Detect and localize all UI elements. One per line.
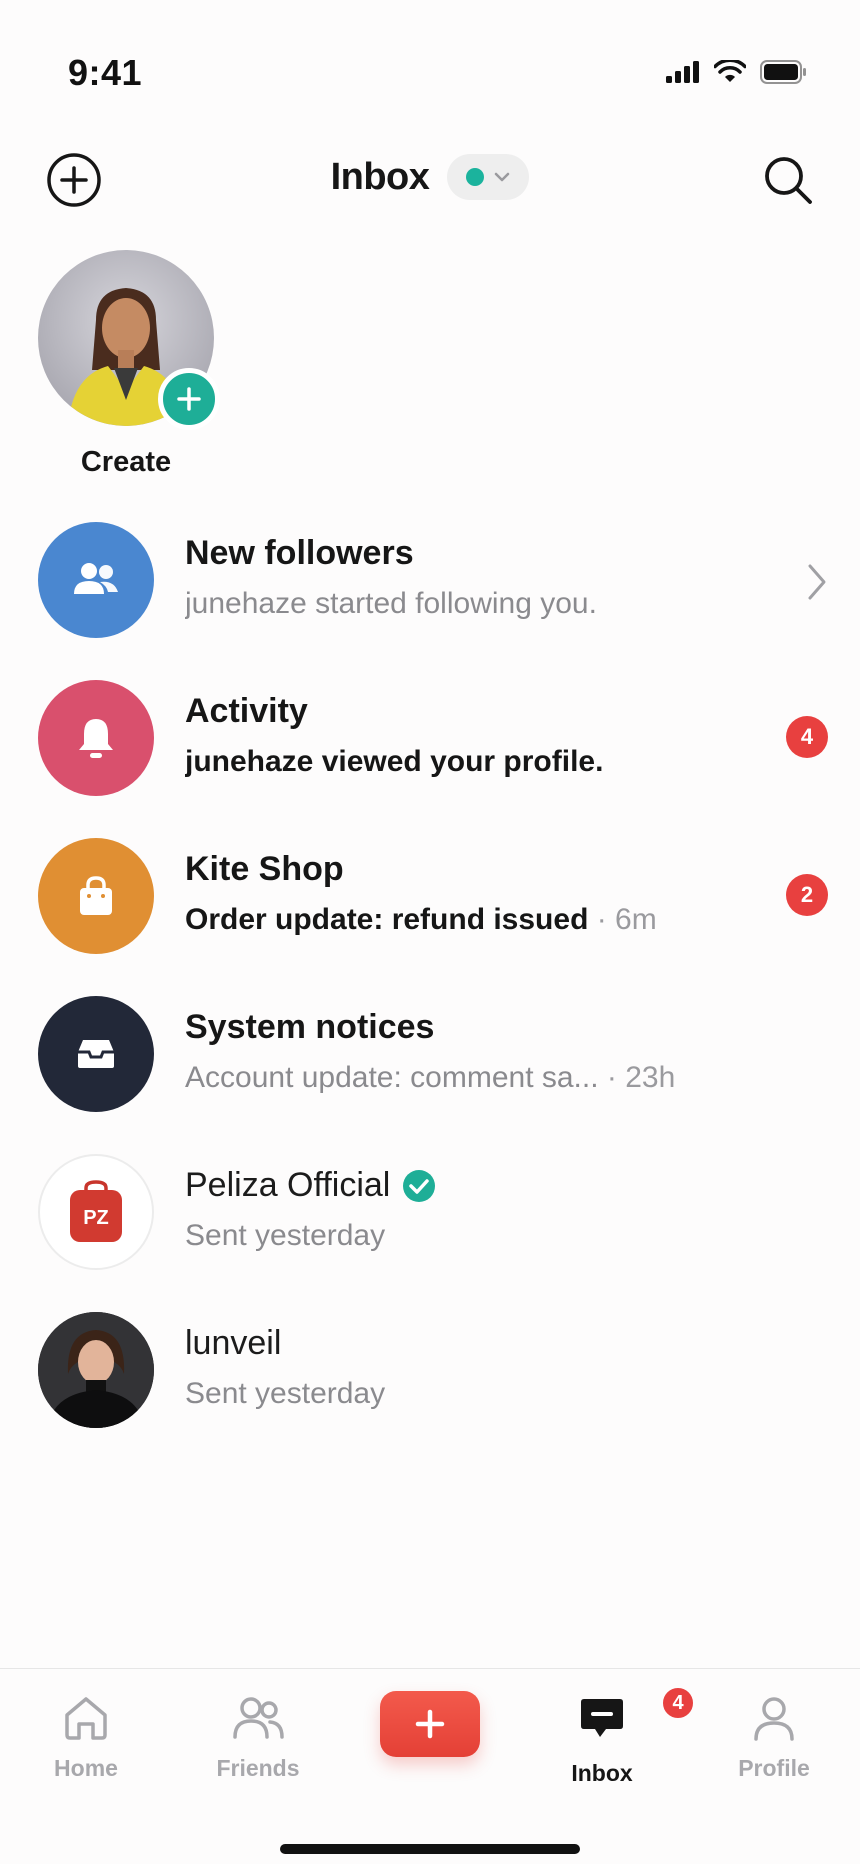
list-item-subtitle: Order update: refund issued · 6m bbox=[185, 903, 740, 937]
list-item-subtitle: junehaze viewed your profile. bbox=[185, 745, 604, 778]
list-item-system-notices[interactable]: System notices Account update: comment s… bbox=[0, 994, 860, 1152]
list-item-title: System notices bbox=[185, 1008, 435, 1046]
header: Inbox bbox=[0, 140, 860, 210]
status-time: 9:41 bbox=[68, 52, 143, 93]
list-item-message: Account update: comment sa... bbox=[185, 1061, 607, 1094]
inbox-tray-icon bbox=[78, 1040, 114, 1068]
wifi-icon bbox=[714, 60, 746, 82]
list-item-title: lunveil bbox=[185, 1324, 282, 1362]
create-post-button[interactable] bbox=[380, 1691, 480, 1757]
home-icon bbox=[65, 1697, 107, 1740]
lunveil-avatar bbox=[38, 1312, 154, 1428]
story-label: Create bbox=[80, 446, 172, 478]
list-item-text: New followers junehaze started following… bbox=[185, 534, 740, 621]
status-icons bbox=[666, 60, 808, 84]
search-button[interactable] bbox=[760, 152, 816, 208]
list-item-lunveil[interactable]: lunveil Sent yesterday bbox=[0, 1310, 860, 1468]
peliza-logo: PZ bbox=[70, 1180, 122, 1242]
avatar[interactable] bbox=[38, 250, 220, 430]
list-item-subtitle: junehaze started following you. bbox=[185, 587, 597, 620]
inbox-list: New followers junehaze started following… bbox=[0, 520, 860, 1468]
list-item-title: Peliza Official bbox=[185, 1166, 391, 1204]
plus-icon bbox=[415, 1709, 445, 1739]
list-item-new-followers[interactable]: New followers junehaze started following… bbox=[0, 520, 860, 678]
nav-profile[interactable]: Profile bbox=[704, 1695, 844, 1782]
list-item-title: Activity bbox=[185, 692, 308, 730]
create-story[interactable]: Create bbox=[38, 250, 220, 479]
nav-friends[interactable]: Friends bbox=[188, 1695, 328, 1782]
nav-inbox[interactable]: 4 Inbox bbox=[532, 1685, 696, 1787]
list-item-text: Peliza Official Sent yesterday bbox=[185, 1166, 740, 1253]
add-story-icon bbox=[158, 368, 220, 430]
list-item-title: Kite Shop bbox=[185, 850, 344, 888]
unread-badge: 4 bbox=[786, 716, 828, 758]
list-item-text: lunveil Sent yesterday bbox=[185, 1324, 740, 1411]
chevron-down-icon bbox=[495, 172, 510, 182]
nav-home[interactable]: Home bbox=[16, 1695, 156, 1782]
battery-icon bbox=[760, 60, 806, 84]
kite-shop-avatar bbox=[38, 838, 154, 954]
peliza-avatar: PZ bbox=[38, 1154, 154, 1270]
shopping-bag-icon bbox=[80, 876, 112, 915]
list-item-subtitle: Account update: comment sa... · 23h bbox=[185, 1061, 740, 1095]
followers-avatar bbox=[38, 522, 154, 638]
system-notices-avatar bbox=[38, 996, 154, 1112]
online-status-dot bbox=[466, 168, 485, 186]
list-item-text: System notices Account update: comment s… bbox=[185, 1008, 740, 1095]
list-item-time: · 6m bbox=[588, 903, 657, 936]
page-title: Inbox bbox=[330, 155, 430, 198]
nav-friends-label: Friends bbox=[216, 1755, 300, 1781]
user-photo bbox=[38, 1312, 154, 1428]
followers-icon bbox=[74, 563, 118, 594]
home-indicator bbox=[280, 1844, 580, 1854]
list-item-time: · 23h bbox=[606, 1061, 676, 1094]
nav-home-label: Home bbox=[54, 1755, 118, 1781]
list-item-kite-shop[interactable]: Kite Shop Order update: refund issued · … bbox=[0, 836, 860, 994]
peliza-logo-text: PZ bbox=[83, 1207, 109, 1229]
list-item-subtitle: Sent yesterday bbox=[185, 1377, 386, 1410]
signal-icon bbox=[666, 61, 699, 83]
online-status-dropdown[interactable] bbox=[447, 154, 530, 200]
bell-icon bbox=[79, 719, 113, 758]
list-item-title-group: Peliza Official bbox=[185, 1166, 740, 1205]
list-item-peliza-official[interactable]: PZ Peliza Official Sent yesterday bbox=[0, 1152, 860, 1310]
bottom-nav: Home Friends 4 Inbox Profile bbox=[0, 1668, 860, 1864]
chevron-right-icon bbox=[806, 562, 828, 607]
list-item-subtitle: Sent yesterday bbox=[185, 1219, 386, 1252]
profile-icon bbox=[754, 1697, 794, 1741]
friends-icon bbox=[233, 1697, 284, 1739]
unread-badge: 2 bbox=[786, 874, 828, 916]
inbox-chat-icon bbox=[581, 1699, 623, 1737]
list-item-text: Activity junehaze viewed your profile. bbox=[185, 692, 740, 779]
verified-check-icon bbox=[403, 1169, 436, 1202]
list-item-activity[interactable]: Activity junehaze viewed your profile. 4 bbox=[0, 678, 860, 836]
list-item-text: Kite Shop Order update: refund issued · … bbox=[185, 850, 740, 937]
list-item-message: Order update: refund issued bbox=[185, 903, 589, 936]
nav-profile-label: Profile bbox=[738, 1755, 810, 1781]
nav-inbox-label: Inbox bbox=[571, 1760, 633, 1786]
status-bar: 9:41 bbox=[0, 0, 860, 150]
nav-inbox-icon-wrap: 4 bbox=[578, 1685, 696, 1746]
header-title-group: Inbox bbox=[0, 154, 860, 200]
search-icon bbox=[765, 157, 812, 204]
list-item-title: New followers bbox=[185, 534, 414, 572]
inbox-badge: 4 bbox=[660, 1685, 696, 1721]
activity-avatar bbox=[38, 680, 154, 796]
